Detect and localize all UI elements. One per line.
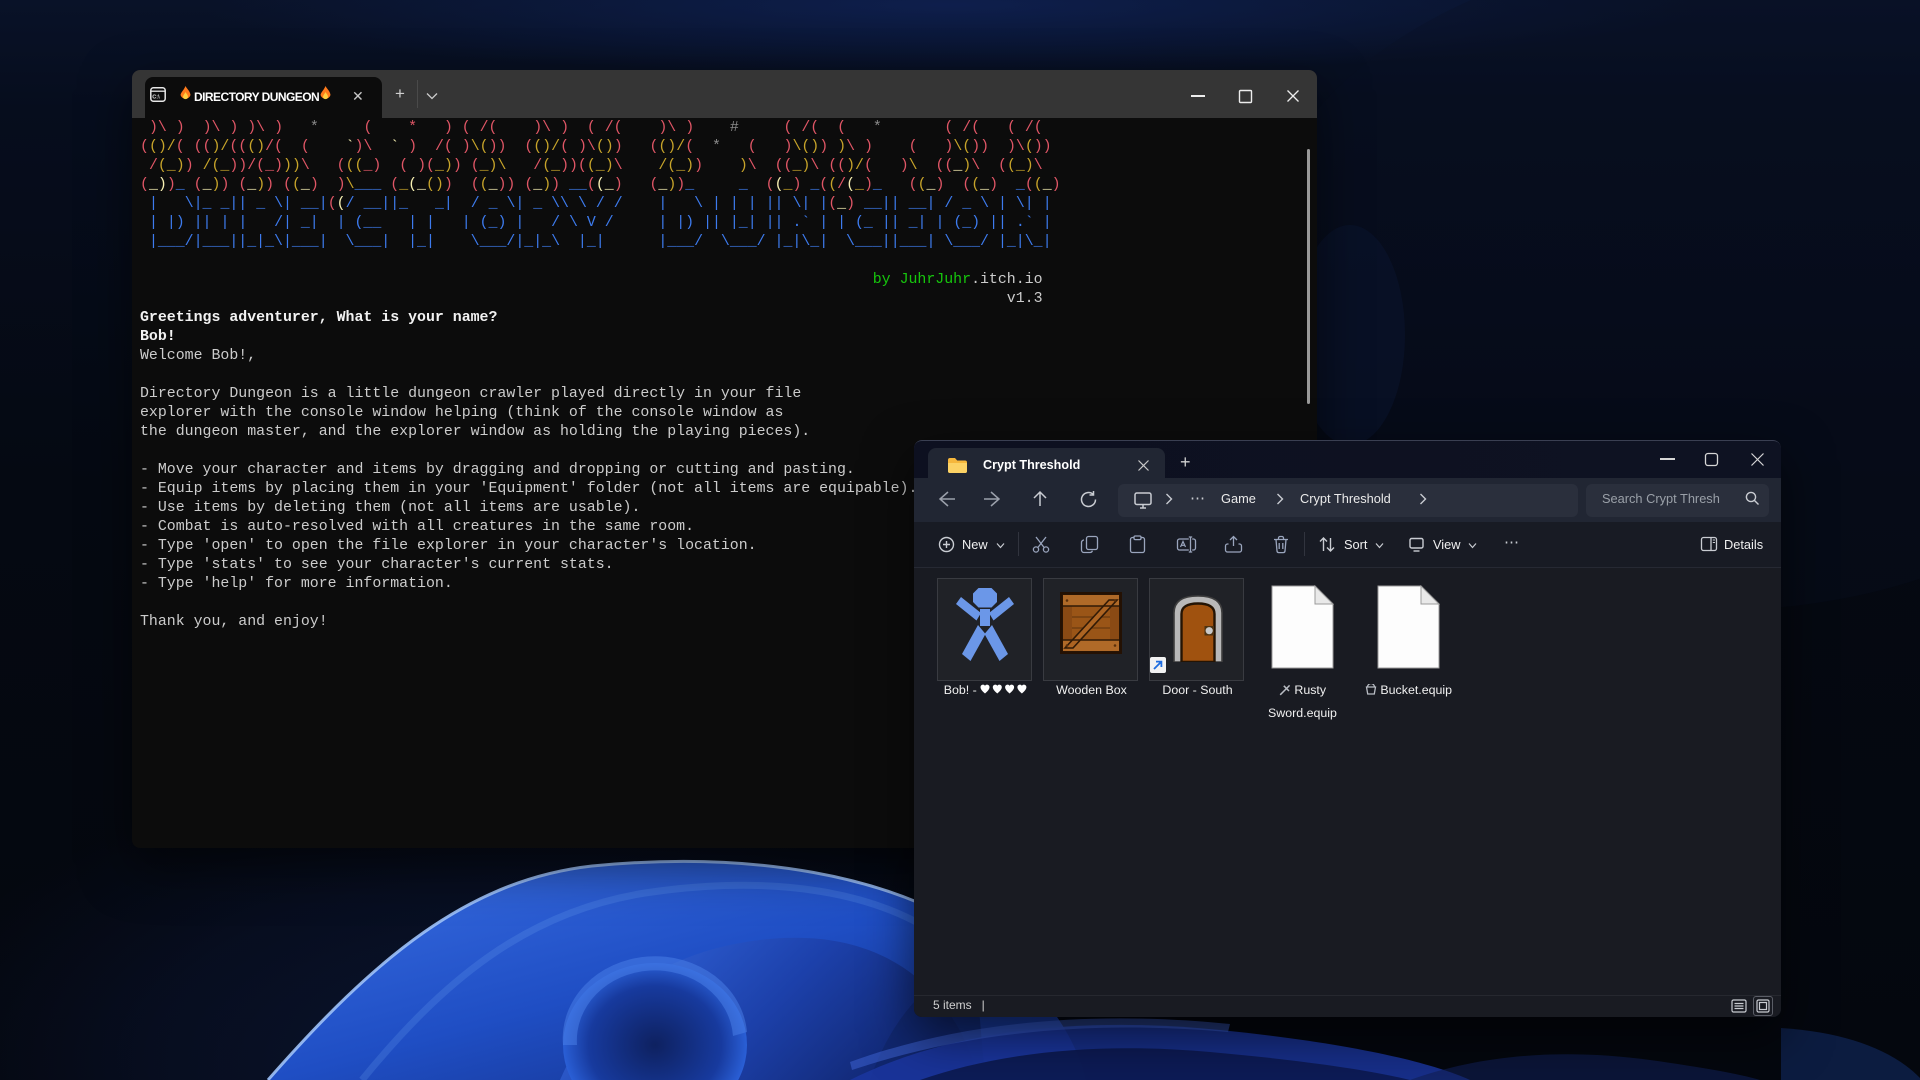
svg-text:C:\: C:\ <box>152 95 160 101</box>
